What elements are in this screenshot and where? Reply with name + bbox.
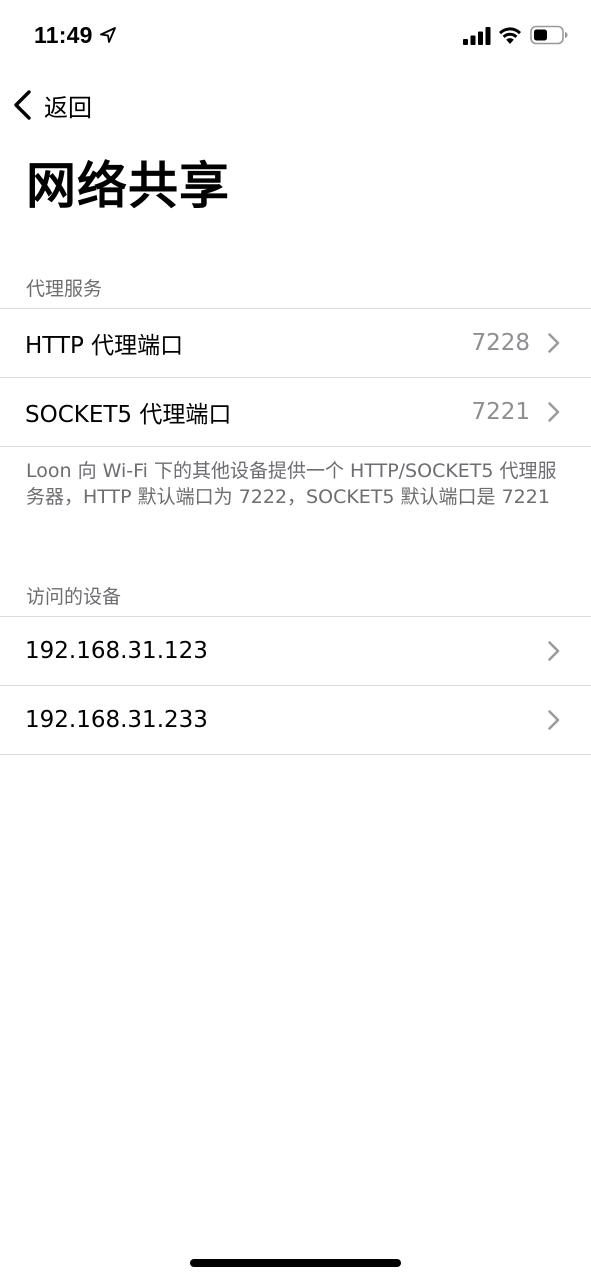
battery-icon	[530, 25, 568, 45]
row-label: SOCKET5 代理端口	[25, 402, 232, 428]
back-button[interactable]: 返回	[12, 86, 92, 124]
row-label: 192.168.31.123	[25, 638, 208, 664]
cellular-signal-icon	[463, 27, 491, 45]
section-header-proxy: 代理服务	[26, 278, 103, 300]
divider	[0, 754, 591, 755]
chevron-right-icon	[548, 333, 560, 353]
page-title: 网络共享	[26, 157, 230, 215]
wifi-icon	[499, 27, 521, 44]
home-indicator[interactable]	[190, 1259, 401, 1267]
row-device[interactable]: 192.168.31.233	[0, 686, 591, 754]
row-device[interactable]: 192.168.31.123	[0, 617, 591, 685]
chevron-right-icon	[548, 641, 560, 661]
row-label: 192.168.31.233	[25, 707, 208, 733]
back-label: 返回	[44, 93, 92, 122]
row-http-proxy-port[interactable]: HTTP 代理端口 7228	[0, 309, 591, 377]
chevron-right-icon	[548, 710, 560, 730]
chevron-right-icon	[548, 402, 560, 422]
row-socket5-proxy-port[interactable]: SOCKET5 代理端口 7221	[0, 378, 591, 446]
location-arrow-icon	[100, 27, 116, 43]
section-footer-note: Loon 向 Wi-Fi 下的其他设备提供一个 HTTP/SOCKET5 代理服…	[26, 460, 557, 508]
row-value: 7228	[471, 330, 530, 356]
status-bar: 11:49	[0, 0, 591, 72]
row-value: 7221	[471, 399, 530, 425]
row-label: HTTP 代理端口	[25, 333, 184, 359]
section-header-devices: 访问的设备	[26, 586, 122, 608]
chevron-left-icon	[14, 90, 31, 120]
divider	[0, 446, 591, 447]
status-time: 11:49	[34, 22, 93, 48]
